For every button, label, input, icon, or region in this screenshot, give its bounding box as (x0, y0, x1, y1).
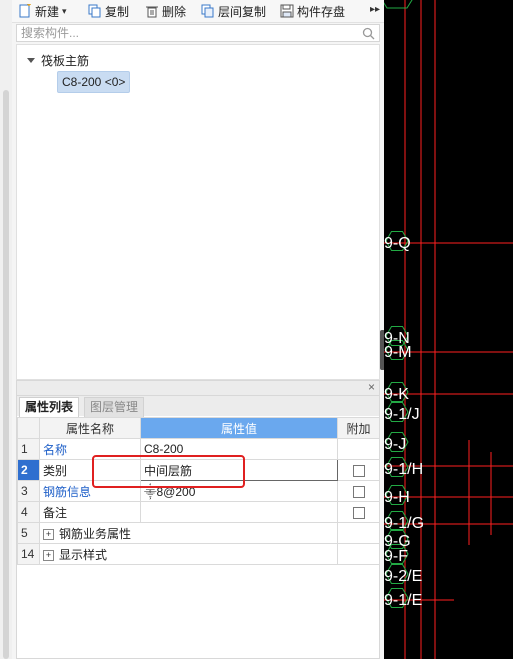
extra-cell (337, 522, 380, 544)
property-group-label: 钢筋业务属性 (59, 526, 132, 541)
search-icon[interactable] (362, 27, 375, 40)
row-number-header (17, 417, 40, 439)
collapse-arrow-icon[interactable] (27, 58, 35, 63)
axis-label: 9-2/E (384, 568, 422, 585)
axis-label: 9-H (384, 489, 410, 506)
extra-checkbox[interactable] (352, 464, 365, 477)
delete-icon (145, 4, 159, 18)
cad-drawing: 9-Q9-N9-M9-K9-1/J9-J9-1/H9-H9-1/G9-G9-F9… (384, 0, 513, 659)
new-document-icon (18, 2, 32, 18)
property-value[interactable] (140, 501, 338, 523)
copy-button[interactable]: 复制 (88, 2, 129, 20)
column-header-value: 属性值 (140, 417, 338, 439)
axis-label: 9-K (384, 386, 409, 403)
column-header-extra: 附加 (337, 417, 380, 439)
property-group-label: 显示样式 (59, 547, 108, 562)
table-row-selected[interactable]: 2 类别 中间层筋 (17, 459, 380, 481)
tab-property-list[interactable]: 属性列表 (19, 397, 80, 417)
table-row-group[interactable]: 14 + 显示样式 (17, 543, 380, 565)
property-name: 类别 (39, 459, 141, 481)
property-name: 备注 (39, 501, 141, 523)
tree-root-node[interactable]: 筏板主筋 (27, 52, 89, 69)
table-row[interactable]: 1 名称 C8-200 (17, 438, 380, 460)
extra-cell (337, 480, 380, 502)
tree-root-label: 筏板主筋 (41, 54, 90, 68)
component-panel: 新建 ▾ 复制 删除 层间复制 构件存盘 ▸▸ 搜索构件... 筏板主筋 C8-… (12, 0, 384, 659)
property-grid: 属性名称 属性值 附加 1 名称 C8-200 2 类别 中间层筋 3 钢筋信息… (17, 417, 380, 565)
extra-checkbox[interactable] (352, 506, 365, 519)
table-row-group[interactable]: 5 + 钢筋业务属性 (17, 522, 380, 544)
extra-cell (337, 459, 380, 481)
new-button-label: 新建 (35, 4, 60, 19)
axis-node-hexagon (384, 0, 413, 9)
expand-plus-icon[interactable]: + (43, 528, 54, 540)
component-save-button[interactable]: 构件存盘 (280, 2, 345, 20)
close-icon[interactable]: × (368, 380, 375, 394)
axis-label: 9-1/E (384, 592, 422, 609)
floor-copy-button-label: 层间复制 (218, 4, 267, 19)
delete-button-label: 删除 (162, 4, 187, 19)
grid-header-row: 属性名称 属性值 附加 (17, 417, 380, 439)
axis-labels: 9-Q9-N9-M9-K9-1/J9-J9-1/H9-H9-1/G9-G9-F9… (384, 235, 424, 609)
vertical-axis-lines (404, 0, 492, 659)
property-value[interactable]: C8-200 (140, 438, 338, 460)
axis-label: 9-M (384, 344, 412, 361)
property-group[interactable]: + 钢筋业务属性 (39, 522, 338, 544)
overflow-arrows-icon[interactable]: ▸▸ (370, 4, 380, 15)
extra-cell (337, 543, 380, 565)
new-button[interactable]: 新建 ▾ (18, 2, 67, 20)
extra-cell (337, 501, 380, 523)
search-box (16, 24, 380, 42)
table-row[interactable]: 3 钢筋信息 ⸎8@200 (17, 480, 380, 502)
component-save-button-label: 构件存盘 (297, 4, 346, 19)
property-group[interactable]: + 显示样式 (39, 543, 338, 565)
row-number: 4 (17, 501, 40, 523)
row-number: 14 (17, 543, 40, 565)
row-number: 2 (17, 459, 40, 481)
copy-button-label: 复制 (105, 4, 130, 19)
axis-label: 9-1/J (384, 406, 420, 423)
tree-item-selected[interactable]: C8-200 <0> (57, 71, 131, 93)
copy-icon (88, 4, 102, 18)
properties-panel: × 属性列表 图层管理 属性名称 属性值 附加 1 名称 C8-200 2 类别 (16, 380, 380, 659)
delete-button[interactable]: 删除 (145, 2, 186, 20)
floor-copy-icon (201, 4, 215, 18)
outer-scrollbar-thumb[interactable] (3, 90, 9, 659)
column-header-name: 属性名称 (39, 417, 141, 439)
tab-layer-management[interactable]: 图层管理 (84, 397, 145, 417)
floor-copy-button[interactable]: 层间复制 (201, 2, 266, 20)
axis-label: 9-F (384, 548, 408, 565)
expand-plus-icon[interactable]: + (43, 549, 54, 561)
component-tree: 筏板主筋 C8-200 <0> (16, 44, 380, 380)
component-save-icon (280, 4, 294, 18)
panel-header-strip: × (17, 380, 379, 396)
extra-cell (337, 438, 380, 460)
row-number: 1 (17, 438, 40, 460)
search-input[interactable] (17, 25, 355, 41)
table-row[interactable]: 4 备注 (17, 501, 380, 523)
properties-tabs: 属性列表 图层管理 (17, 396, 379, 417)
toolbar: 新建 ▾ 复制 删除 层间复制 构件存盘 ▸▸ (12, 0, 384, 23)
property-name-link[interactable]: 钢筋信息 (39, 480, 141, 502)
row-number: 5 (17, 522, 40, 544)
axis-label: 9-J (384, 436, 406, 453)
chevron-down-icon: ▾ (62, 5, 67, 16)
extra-checkbox[interactable] (352, 485, 365, 498)
axis-label: 9-Q (384, 235, 411, 252)
axis-label: 9-1/G (384, 515, 424, 532)
property-value-editor[interactable]: 中间层筋 (140, 459, 338, 481)
cad-drawing-canvas[interactable]: 9-Q 9-N 9-M 9-K 9-1/J 9-J 9-1/H 9-H 9-1/G 9-G 9-F 9… (384, 0, 513, 659)
row-number: 3 (17, 480, 40, 502)
property-value[interactable]: ⸎8@200 (140, 480, 338, 502)
property-name-link[interactable]: 名称 (39, 438, 141, 460)
axis-label: 9-1/H (384, 461, 423, 478)
